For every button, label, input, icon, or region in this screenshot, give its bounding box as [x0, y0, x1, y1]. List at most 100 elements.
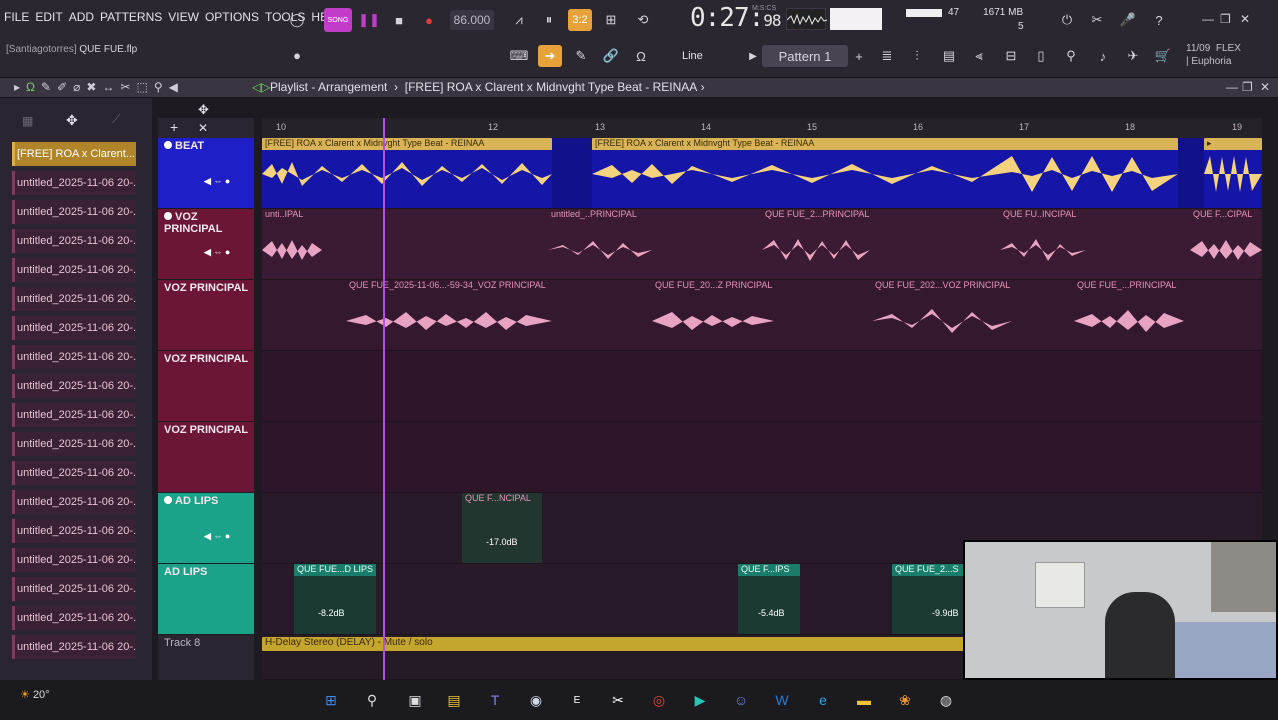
- timeline-ruler[interactable]: 10 12 13 14 15 16 17 18 19: [262, 118, 1262, 138]
- paint-tool-icon[interactable]: ✐: [57, 80, 67, 94]
- menu-add[interactable]: ADD: [69, 10, 94, 24]
- picker-item[interactable]: untitled_2025-11-06 20-...: [12, 200, 136, 224]
- clip-voz[interactable]: QUE FU..INCIPAL: [1000, 209, 1086, 279]
- track-header-adlips-1[interactable]: AD LIPS ◀ ⇔ ●: [158, 493, 254, 563]
- minimize-icon[interactable]: —: [1202, 12, 1214, 26]
- lane-voz-3[interactable]: [262, 351, 1262, 422]
- picker-link-icon[interactable]: ⟋: [112, 112, 120, 127]
- epic-games-icon[interactable]: E: [566, 689, 588, 711]
- clip-adlips[interactable]: QUE F...IPS -5.4dB: [738, 564, 800, 634]
- search-icon[interactable]: ⚲: [361, 689, 383, 711]
- close-track-icon[interactable]: ✕: [198, 121, 208, 135]
- chrome-icon[interactable]: ◎: [648, 689, 670, 711]
- track-header-beat[interactable]: BEAT ◀ ⇔ ●: [158, 138, 254, 208]
- picker-item[interactable]: untitled_2025-11-06 20-...: [12, 345, 136, 369]
- draw-tool-icon[interactable]: ✎: [41, 80, 51, 94]
- clip-beat[interactable]: [FREE] ROA x Clarent x Midnvght Type Bea…: [262, 138, 552, 208]
- power-icon[interactable]: ⏻: [1056, 9, 1078, 31]
- step-edit-icon[interactable]: ⊞: [600, 9, 622, 31]
- pause-icon[interactable]: ❚❚: [358, 9, 380, 31]
- wait-record-icon[interactable]: ⏸: [538, 9, 560, 31]
- edge-icon[interactable]: e: [812, 689, 834, 711]
- track-header-voz-3[interactable]: VOZ PRINCIPAL: [158, 351, 254, 421]
- track-move-icon[interactable]: ✥: [198, 102, 209, 118]
- track-header-8[interactable]: Track 8: [158, 635, 254, 680]
- playlist-icon[interactable]: ≣: [876, 45, 898, 67]
- lane-voz-4[interactable]: [262, 422, 1262, 493]
- shop-icon[interactable]: 🛒: [1152, 45, 1174, 67]
- piano-keyboard-icon[interactable]: ⌨: [508, 45, 530, 67]
- loop-record-icon[interactable]: ⟲: [632, 9, 654, 31]
- track-header-adlips-2[interactable]: AD LIPS: [158, 564, 254, 634]
- picker-item[interactable]: untitled_2025-11-06 20-...: [12, 287, 136, 311]
- task-view-icon[interactable]: ▣: [404, 689, 426, 711]
- tempo-tapper-icon[interactable]: ✈: [1122, 45, 1144, 67]
- folder-icon[interactable]: ▬: [853, 689, 875, 711]
- browser-icon[interactable]: ⊟: [1000, 45, 1022, 67]
- discord-icon[interactable]: ☺: [730, 689, 752, 711]
- microphone-icon[interactable]: 🎤: [1117, 9, 1139, 31]
- picker-item[interactable]: untitled_2025-11-06 20-...: [12, 229, 136, 253]
- select-tool-icon[interactable]: ⬚: [137, 80, 148, 94]
- menu-options[interactable]: OPTIONS: [205, 10, 259, 24]
- flex-news[interactable]: 11/09 FLEX | Euphoria: [1186, 42, 1241, 68]
- picker-item[interactable]: untitled_2025-11-06 20-...: [12, 461, 136, 485]
- magnet-snap-icon[interactable]: Ω: [26, 80, 35, 94]
- zoom-tool-icon[interactable]: ⚲: [154, 80, 163, 94]
- mute-tool-icon[interactable]: ✖: [86, 80, 96, 94]
- piano-roll-icon[interactable]: ▤: [938, 45, 960, 67]
- delete-tool-icon[interactable]: ⌀: [73, 80, 80, 94]
- slip-tool-icon[interactable]: ↔: [102, 80, 114, 94]
- play-arrow-icon[interactable]: ▸: [14, 80, 20, 94]
- clip-voz[interactable]: QUE FUE_2025-11-06...-59-34_VOZ PRINCIPA…: [346, 280, 552, 350]
- picker-item[interactable]: untitled_2025-11-06 20-...: [12, 519, 136, 543]
- play-pattern-icon[interactable]: ▶: [742, 45, 764, 67]
- track-header-voz-4[interactable]: VOZ PRINCIPAL: [158, 422, 254, 492]
- mixer-icon[interactable]: ⫷: [968, 45, 990, 67]
- obs-icon[interactable]: ◍: [935, 689, 957, 711]
- add-pattern-icon[interactable]: +: [848, 45, 870, 67]
- picker-item[interactable]: untitled_2025-11-06 20-...: [12, 432, 136, 456]
- record-icon[interactable]: ●: [418, 9, 440, 31]
- track-enable-dot[interactable]: [164, 141, 172, 149]
- picker-item[interactable]: untitled_2025-11-06 20-...: [12, 548, 136, 572]
- playhead[interactable]: [383, 118, 385, 680]
- snap-selector[interactable]: Line: [676, 46, 738, 66]
- steam-icon[interactable]: ◉: [525, 689, 547, 711]
- word-icon[interactable]: W: [771, 689, 793, 711]
- countdown-toggle[interactable]: 3:2: [568, 9, 592, 31]
- plugin-database-icon[interactable]: ⚲: [1060, 45, 1082, 67]
- close-icon[interactable]: ✕: [1240, 12, 1250, 26]
- track-enable-dot[interactable]: [164, 496, 172, 504]
- fl-studio-icon[interactable]: ❀: [894, 689, 916, 711]
- windows-start-icon[interactable]: ⊞: [320, 689, 342, 711]
- menu-file[interactable]: FILE: [4, 10, 29, 24]
- track-header-voz-2[interactable]: VOZ PRINCIPAL: [158, 280, 254, 350]
- file-explorer-icon[interactable]: ▤: [443, 689, 465, 711]
- picker-item[interactable]: untitled_2025-11-06 20-...: [12, 606, 136, 630]
- menu-view[interactable]: VIEW: [168, 10, 199, 24]
- picker-item[interactable]: untitled_2025-11-06 20-...: [12, 171, 136, 195]
- clip-voz[interactable]: QUE F...CIPAL: [1190, 209, 1262, 279]
- plugin-icon[interactable]: ▯: [1030, 45, 1052, 67]
- clip-beat[interactable]: ▸: [1204, 138, 1262, 208]
- menu-edit[interactable]: EDIT: [35, 10, 62, 24]
- clip-adlips[interactable]: QUE FUE_2...S -9.9dB: [892, 564, 964, 634]
- playback-tool-icon[interactable]: ◀: [169, 80, 178, 94]
- pattern-selector[interactable]: Pattern 1: [762, 45, 848, 67]
- time-format-label[interactable]: M:S:CS: [752, 5, 776, 12]
- track-controls-icon[interactable]: ◀ ⇔ ●: [204, 247, 230, 258]
- link-icon[interactable]: 🔗: [600, 45, 622, 67]
- stop-icon[interactable]: ■: [388, 9, 410, 31]
- master-volume-knob-icon[interactable]: ◯: [286, 9, 308, 31]
- clip-voz[interactable]: QUE FUE_2...PRINCIPAL: [762, 209, 870, 279]
- clip-voz[interactable]: unti..IPAL: [262, 209, 322, 279]
- track-controls-icon[interactable]: ◀ ⇔ ●: [204, 176, 230, 187]
- clip-voz[interactable]: QUE FUE_202...VOZ PRINCIPAL: [872, 280, 1012, 350]
- channel-rack-icon[interactable]: ⫶: [906, 45, 928, 67]
- picker-move-icon[interactable]: ✥: [66, 112, 78, 129]
- speaker-icon[interactable]: ♪: [1092, 45, 1114, 67]
- picker-item[interactable]: untitled_2025-11-06 20-...: [12, 316, 136, 340]
- tools-icon[interactable]: ✂: [1086, 9, 1108, 31]
- clip-voz[interactable]: QUE FUE_...PRINCIPAL: [1074, 280, 1184, 350]
